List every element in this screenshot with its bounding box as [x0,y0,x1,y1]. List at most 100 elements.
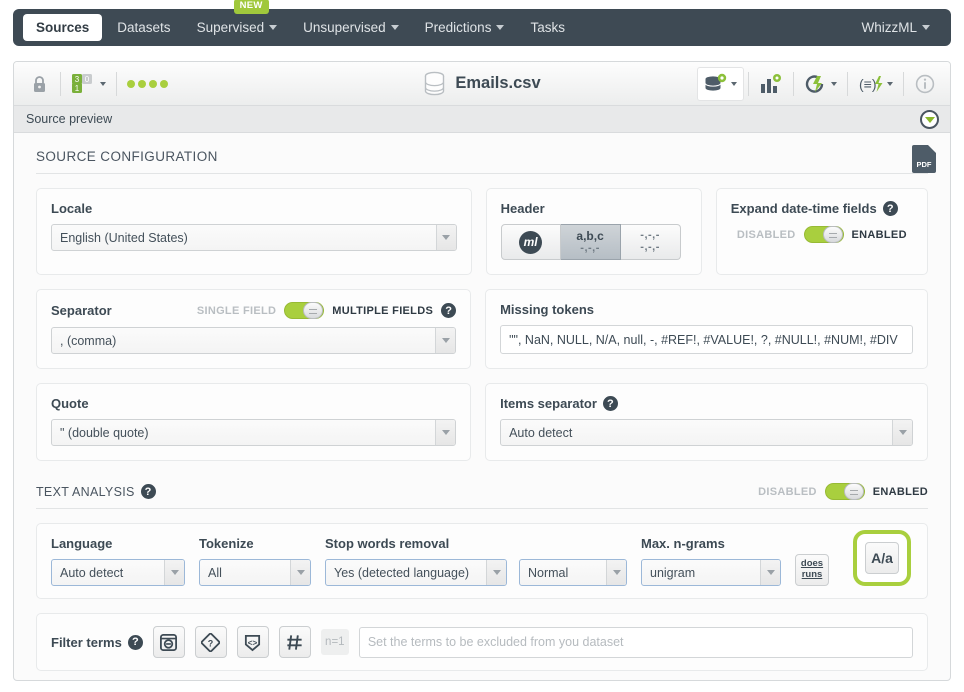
ml-logo-icon: ml [519,230,543,254]
stop-words-select[interactable]: Yes (detected language) [325,559,507,586]
section-divider [36,173,928,174]
text-analysis-toggle-group: DISABLED ENABLED [758,483,928,500]
main-navigation-bar: Sources Datasets NEW Supervised Unsuperv… [13,0,951,46]
chevron-down-icon [269,25,278,30]
nav-tab-sources[interactable]: Sources [23,14,103,41]
stop-words-label: Stop words removal [325,536,450,551]
header-divider [903,71,904,96]
text-analysis-options-row: Language Auto detect Tokenize All Stop w… [51,536,913,586]
separator-select[interactable]: , (comma) [51,327,457,354]
header-option-group: ml a,b,c -,-,- -,-,- -,-,- [500,224,687,260]
ngrams-select[interactable]: unigram [641,559,781,586]
nav-tab-unsupervised-label: Unsupervised [303,20,386,35]
config-row-3: Quote " (double quote) Items separator ?… [36,383,928,461]
locale-select[interactable]: English (United States) [51,224,457,251]
chevron-down-icon [100,81,106,86]
pdf-export-button[interactable]: PDF [912,145,936,173]
status-dot [160,79,168,88]
help-icon[interactable]: ? [882,201,898,216]
question-terms-button[interactable]: ? [194,626,227,658]
header-text-option[interactable]: a,b,c -,-,- [560,224,621,260]
script-action-button[interactable]: (≡) [852,67,899,101]
stemming-line-2: runs [801,569,823,580]
missing-tokens-value: "", NaN, NULL, N/A, null, -, #REF!, #VAL… [509,332,898,347]
chevron-down-circle-icon[interactable] [920,110,939,129]
tokenize-select[interactable]: All [199,559,311,586]
filter-terms-row: Filter terms ? ? <> n=1 Set the terms to… [51,626,913,658]
question-terms-icon: ? [201,632,221,652]
chevron-down-icon [486,560,506,585]
items-separator-label: Items separator [500,396,597,411]
help-icon[interactable]: ? [127,634,143,650]
separator-toggle[interactable] [284,302,325,319]
expand-datetime-toggle-group: DISABLED ENABLED [731,226,913,243]
case-sensitivity-button[interactable]: A/a [865,542,899,574]
help-icon[interactable]: ? [140,484,156,499]
svg-text:3: 3 [75,75,80,84]
hash-terms-button[interactable] [278,626,311,658]
nav-tab-datasets[interactable]: Datasets [106,15,181,40]
text-analysis-toggle[interactable] [824,483,865,500]
create-dataset-icon [705,73,727,91]
quote-select[interactable]: " (double quote) [51,419,457,446]
exclude-terms-icon [160,633,178,651]
items-separator-select[interactable]: Auto detect [500,419,913,446]
expand-datetime-toggle[interactable] [803,226,844,243]
nav-tab-tasks[interactable]: Tasks [519,15,576,40]
language-label: Language [51,536,113,551]
source-preview-strip[interactable]: Source preview [14,106,950,133]
stop-words-strength-select[interactable]: Normal [519,559,627,586]
chevron-down-icon [831,81,837,86]
text-analysis-header: TEXT ANALYSIS ? DISABLED ENABLED [36,483,928,508]
pdf-label: PDF [916,160,932,169]
filter-terms-card: Filter terms ? ? <> n=1 Set the terms to… [36,613,928,671]
field-types-icon: 3 0 1 [72,73,92,93]
config-row-2: Separator SINGLE FIELD MULTIPLE FIELDS ?… [36,289,928,369]
source-chart-button[interactable] [753,67,789,101]
filter-terms-input[interactable]: Set the terms to be excluded from you da… [358,626,913,658]
source-preview-label: Source preview [26,112,113,126]
svg-text:?: ? [208,638,214,648]
nav-tab-supervised-label: Supervised [196,20,265,35]
field-types-button[interactable]: 3 0 1 [65,67,112,101]
chevron-down-icon [887,81,893,86]
expand-datetime-off-label: DISABLED [736,228,796,241]
info-button[interactable] [908,67,942,101]
language-select[interactable]: Auto detect [51,559,185,586]
stemming-button[interactable]: does runs [795,554,829,586]
help-icon[interactable]: ? [602,396,618,411]
lock-button[interactable] [22,67,56,101]
source-panel: 3 0 1 Emails.csv (≡) Source preview SOUR… [13,61,951,681]
nav-tab-unsupervised[interactable]: Unsupervised [292,15,410,40]
text-analysis-on-label: ENABLED [872,485,928,498]
expand-datetime-on-label: ENABLED [851,228,907,241]
language-field: Language Auto detect [51,536,185,586]
help-icon[interactable]: ? [441,303,457,318]
source-actions: (≡) [697,66,942,101]
source-configuration-title: SOURCE CONFIGURATION [36,149,218,164]
source-configuration-body: SOURCE CONFIGURATION PDF Locale English … [14,133,950,680]
stop-words-selects: Yes (detected language) Normal [325,559,627,586]
header-label: Header [500,201,545,216]
text-analysis-title-row: TEXT ANALYSIS ? [36,484,156,499]
section-divider [36,508,928,509]
separator-value: , (comma) [60,333,117,348]
code-terms-button[interactable]: <> [236,626,269,658]
nav-tab-supervised[interactable]: NEW Supervised [186,0,289,40]
create-dataset-button[interactable] [697,66,744,101]
status-dot [138,79,146,88]
nav-tab-predictions[interactable]: Predictions [414,15,516,40]
exclude-terms-button[interactable] [152,626,185,658]
filter-terms-label-row: Filter terms ? [51,634,143,650]
expand-datetime-label: Expand date-time fields ? [731,201,913,216]
missing-tokens-input[interactable]: "", NaN, NULL, N/A, null, -, #REF!, #VAL… [500,325,913,354]
items-separator-label-row: Items separator ? [500,396,913,411]
batch-action-button[interactable] [798,67,843,101]
nav-tab-sources-label: Sources [36,20,90,35]
filter-terms-placeholder: Set the terms to be excluded from you da… [367,635,624,649]
header-none-option[interactable]: -,-,- -,-,- [620,224,681,260]
language-value: Auto detect [60,565,124,580]
header-ml-option[interactable]: ml [500,224,561,260]
items-separator-value: Auto detect [509,425,573,440]
nav-tab-whizzml[interactable]: WhizzML [850,15,941,40]
